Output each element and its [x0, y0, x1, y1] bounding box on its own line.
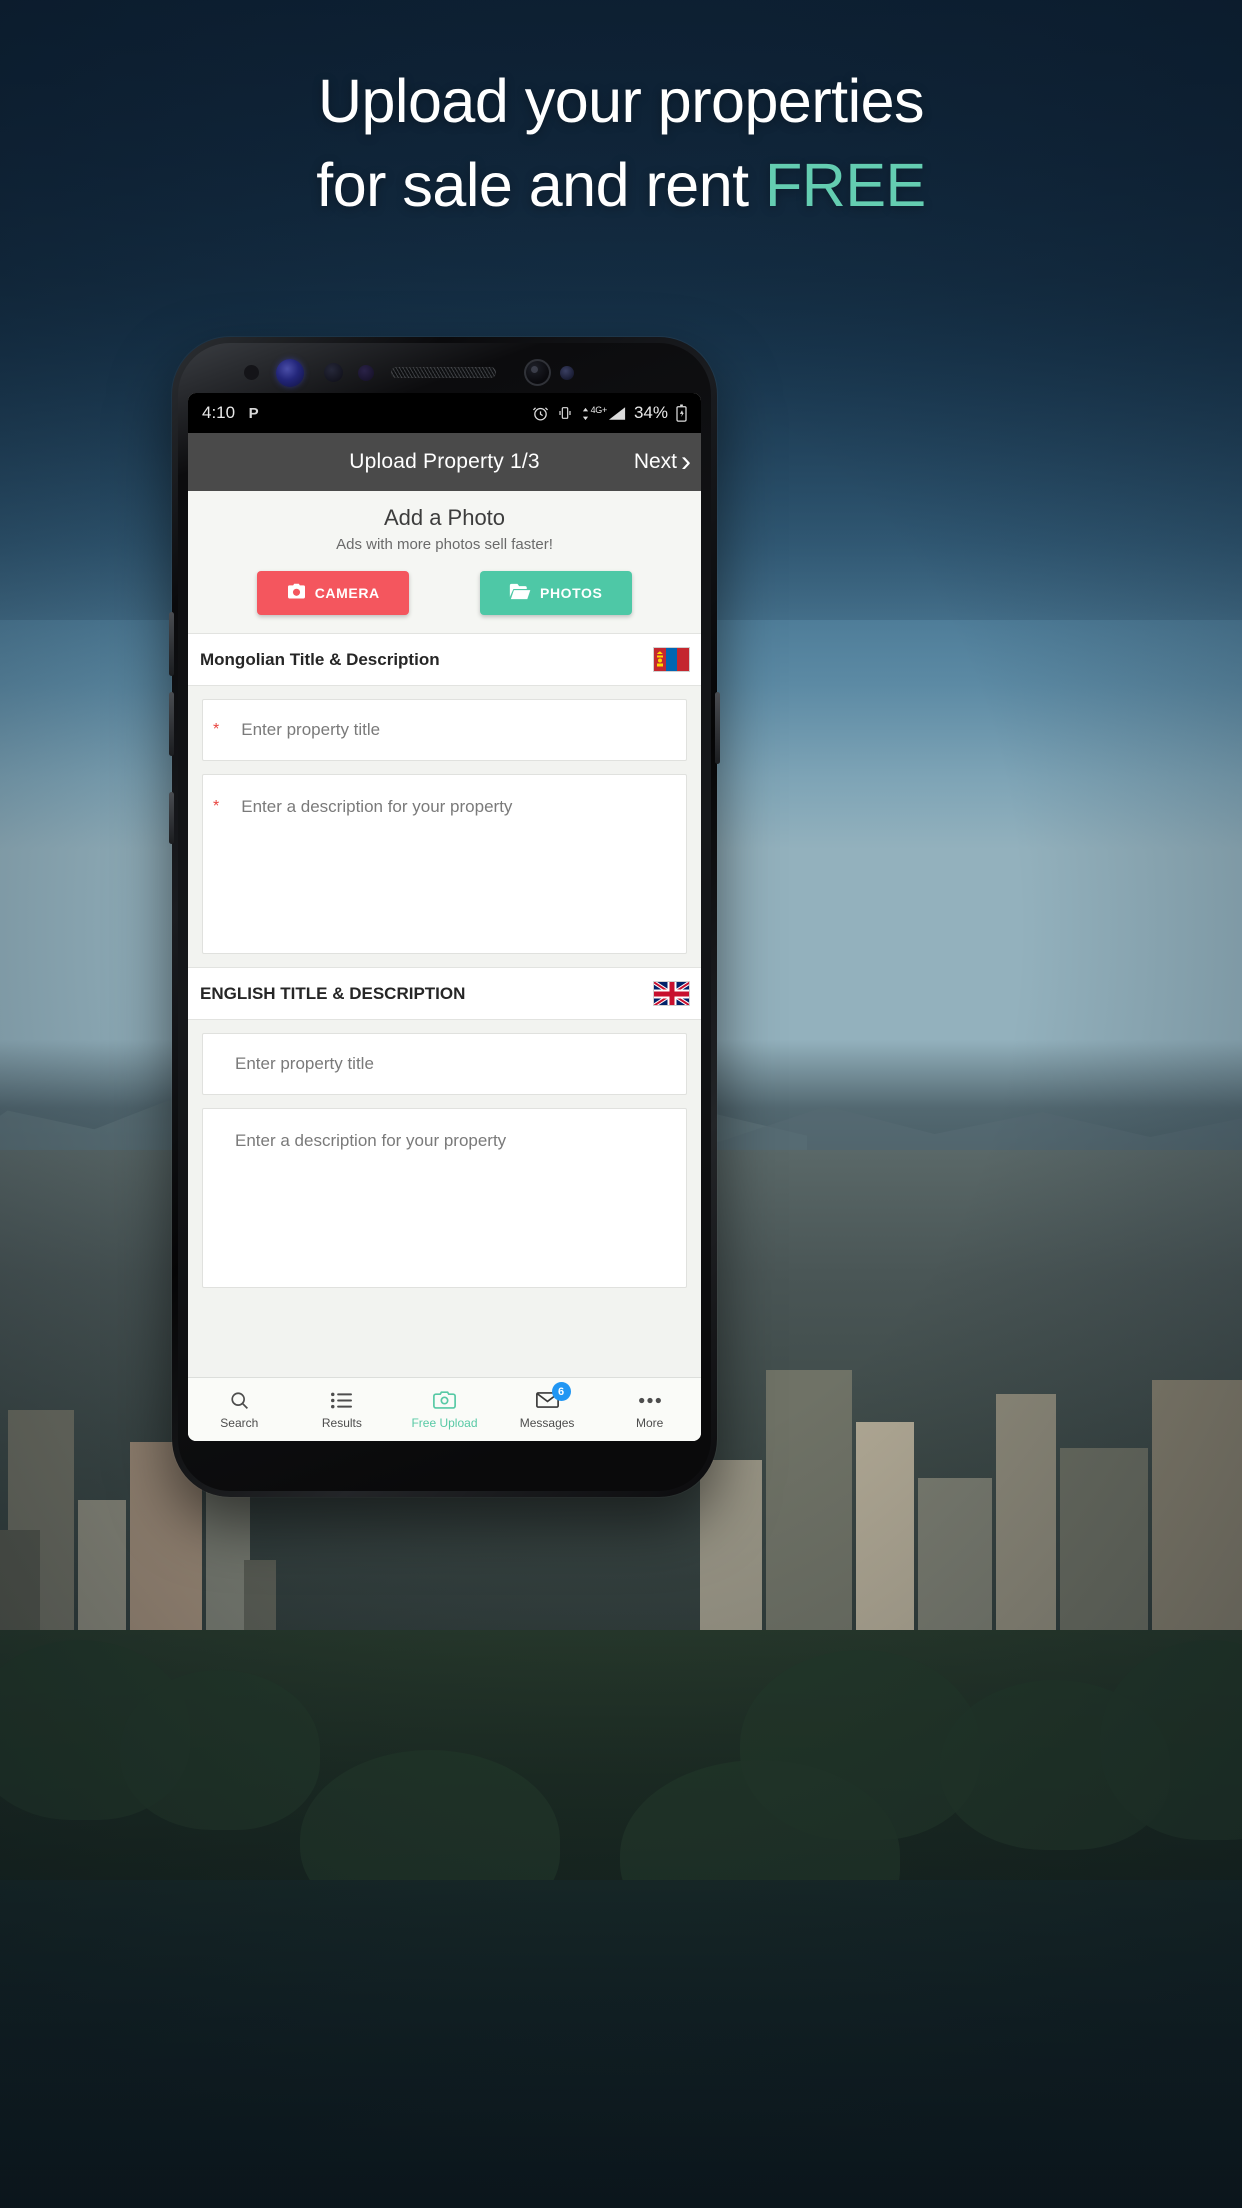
battery-charging-icon [676, 404, 687, 422]
add-photo-subtitle: Ads with more photos sell faster! [336, 536, 553, 553]
envelope-icon: 6 [535, 1382, 571, 1411]
status-time: 4:10 [202, 403, 236, 422]
sensor-dot-icon [244, 365, 259, 380]
nav-label-results: Results [321, 1416, 362, 1430]
assistant-button[interactable] [169, 792, 174, 844]
volume-down-button[interactable] [169, 692, 174, 756]
nav-label-free-upload: Free Upload [411, 1416, 478, 1430]
mongolian-title-placeholder: Enter property title [241, 720, 381, 739]
promo-headline: Upload your properties for sale and rent… [0, 70, 1242, 216]
nav-label-search: Search [220, 1416, 259, 1430]
english-description-placeholder: Enter a description for your property [235, 1131, 507, 1150]
power-button[interactable] [715, 692, 720, 764]
folder-open-icon [509, 583, 531, 603]
english-description-input[interactable]: Enter a description for your property [202, 1108, 687, 1288]
next-button-label: Next [633, 450, 677, 473]
required-asterisk: * [213, 798, 220, 815]
nav-label-messages: Messages [519, 1416, 575, 1430]
nav-item-messages[interactable]: 6 Messages [496, 1382, 599, 1430]
form-scroll-area[interactable]: Add a Photo Ads with more photos sell fa… [188, 491, 701, 1377]
camera-button-label: CAMERA [314, 585, 380, 601]
earpiece-speaker-icon [391, 367, 496, 378]
required-asterisk: * [213, 721, 220, 738]
english-section-title: ENGLISH TITLE & DESCRIPTION [200, 983, 466, 1003]
mongolian-title-input[interactable]: * Enter property title [202, 699, 687, 761]
payment-icon: P [248, 404, 259, 422]
nav-label-more: More [636, 1416, 664, 1430]
led-indicator-icon [560, 366, 574, 380]
volume-up-button[interactable] [169, 612, 174, 676]
nav-item-more[interactable]: More [598, 1389, 701, 1430]
photos-button[interactable]: PHOTOS [479, 571, 632, 615]
camera-icon [433, 1389, 456, 1411]
list-icon [331, 1389, 353, 1411]
english-section-header: ENGLISH TITLE & DESCRIPTION [188, 967, 701, 1020]
light-sensor-icon [358, 365, 374, 381]
app-toolbar: Upload Property 1/3 Next › [188, 433, 701, 491]
nav-item-free-upload[interactable]: Free Upload [393, 1389, 496, 1430]
page-title: Upload Property 1/3 [349, 450, 540, 473]
promo-free-accent: FREE [765, 151, 926, 220]
messages-badge: 6 [551, 1382, 571, 1401]
network-label: 4G+ [590, 404, 608, 415]
english-desc-field-wrap: Enter a description for your property [188, 1108, 701, 1301]
mongolian-section-header: Mongolian Title & Description [188, 633, 701, 686]
ellipsis-icon [638, 1389, 662, 1411]
battery-percent: 34% [633, 403, 668, 422]
united-kingdom-flag-icon [654, 982, 689, 1005]
promo-line-2-text: for sale and rent [316, 151, 766, 220]
front-camera-icon [524, 359, 551, 386]
phone-mockup: 4:10 P 4G+ 34% Upload Property 1/3 Next … [169, 337, 720, 1497]
add-photo-card: Add a Photo Ads with more photos sell fa… [188, 491, 701, 633]
nav-item-results[interactable]: Results [291, 1389, 394, 1430]
camera-icon [287, 583, 306, 603]
next-button[interactable]: Next › [634, 433, 691, 491]
mongolia-flag-icon [654, 648, 689, 671]
network-signal-icon: 4G+ [581, 404, 626, 421]
phone-top-bezel [172, 337, 717, 393]
promo-line-1: Upload your properties [317, 67, 925, 135]
vibrate-icon [557, 405, 573, 421]
english-title-field-wrap: Enter property title [188, 1020, 701, 1108]
photos-button-label: PHOTOS [540, 585, 603, 601]
mongolian-desc-field-wrap: * Enter a description for your property [188, 774, 701, 967]
mongolian-title-field-wrap: * Enter property title [188, 686, 701, 774]
search-icon [229, 1389, 250, 1411]
phone-screen: 4:10 P 4G+ 34% Upload Property 1/3 Next … [188, 393, 701, 1441]
english-title-input[interactable]: Enter property title [202, 1033, 687, 1095]
mongolian-description-placeholder: Enter a description for your property [241, 797, 513, 816]
alarm-clock-icon [532, 405, 549, 422]
nav-item-search[interactable]: Search [188, 1389, 291, 1430]
bottom-navigation-bar: Search Results Free Upload 6 Messages Mo… [188, 1377, 701, 1441]
mongolian-description-input[interactable]: * Enter a description for your property [202, 774, 687, 954]
camera-button[interactable]: CAMERA [257, 571, 410, 615]
iris-scanner-icon [276, 359, 304, 387]
mongolian-section-title: Mongolian Title & Description [200, 649, 440, 669]
proximity-sensor-icon [324, 363, 343, 382]
android-status-bar: 4:10 P 4G+ 34% [188, 393, 701, 433]
english-title-placeholder: Enter property title [235, 1054, 374, 1073]
promo-line-2: for sale and rent FREE [0, 154, 1242, 216]
bottom-spacer [188, 1301, 701, 1311]
add-photo-title: Add a Photo [383, 505, 506, 530]
chevron-right-icon: › [681, 445, 691, 478]
